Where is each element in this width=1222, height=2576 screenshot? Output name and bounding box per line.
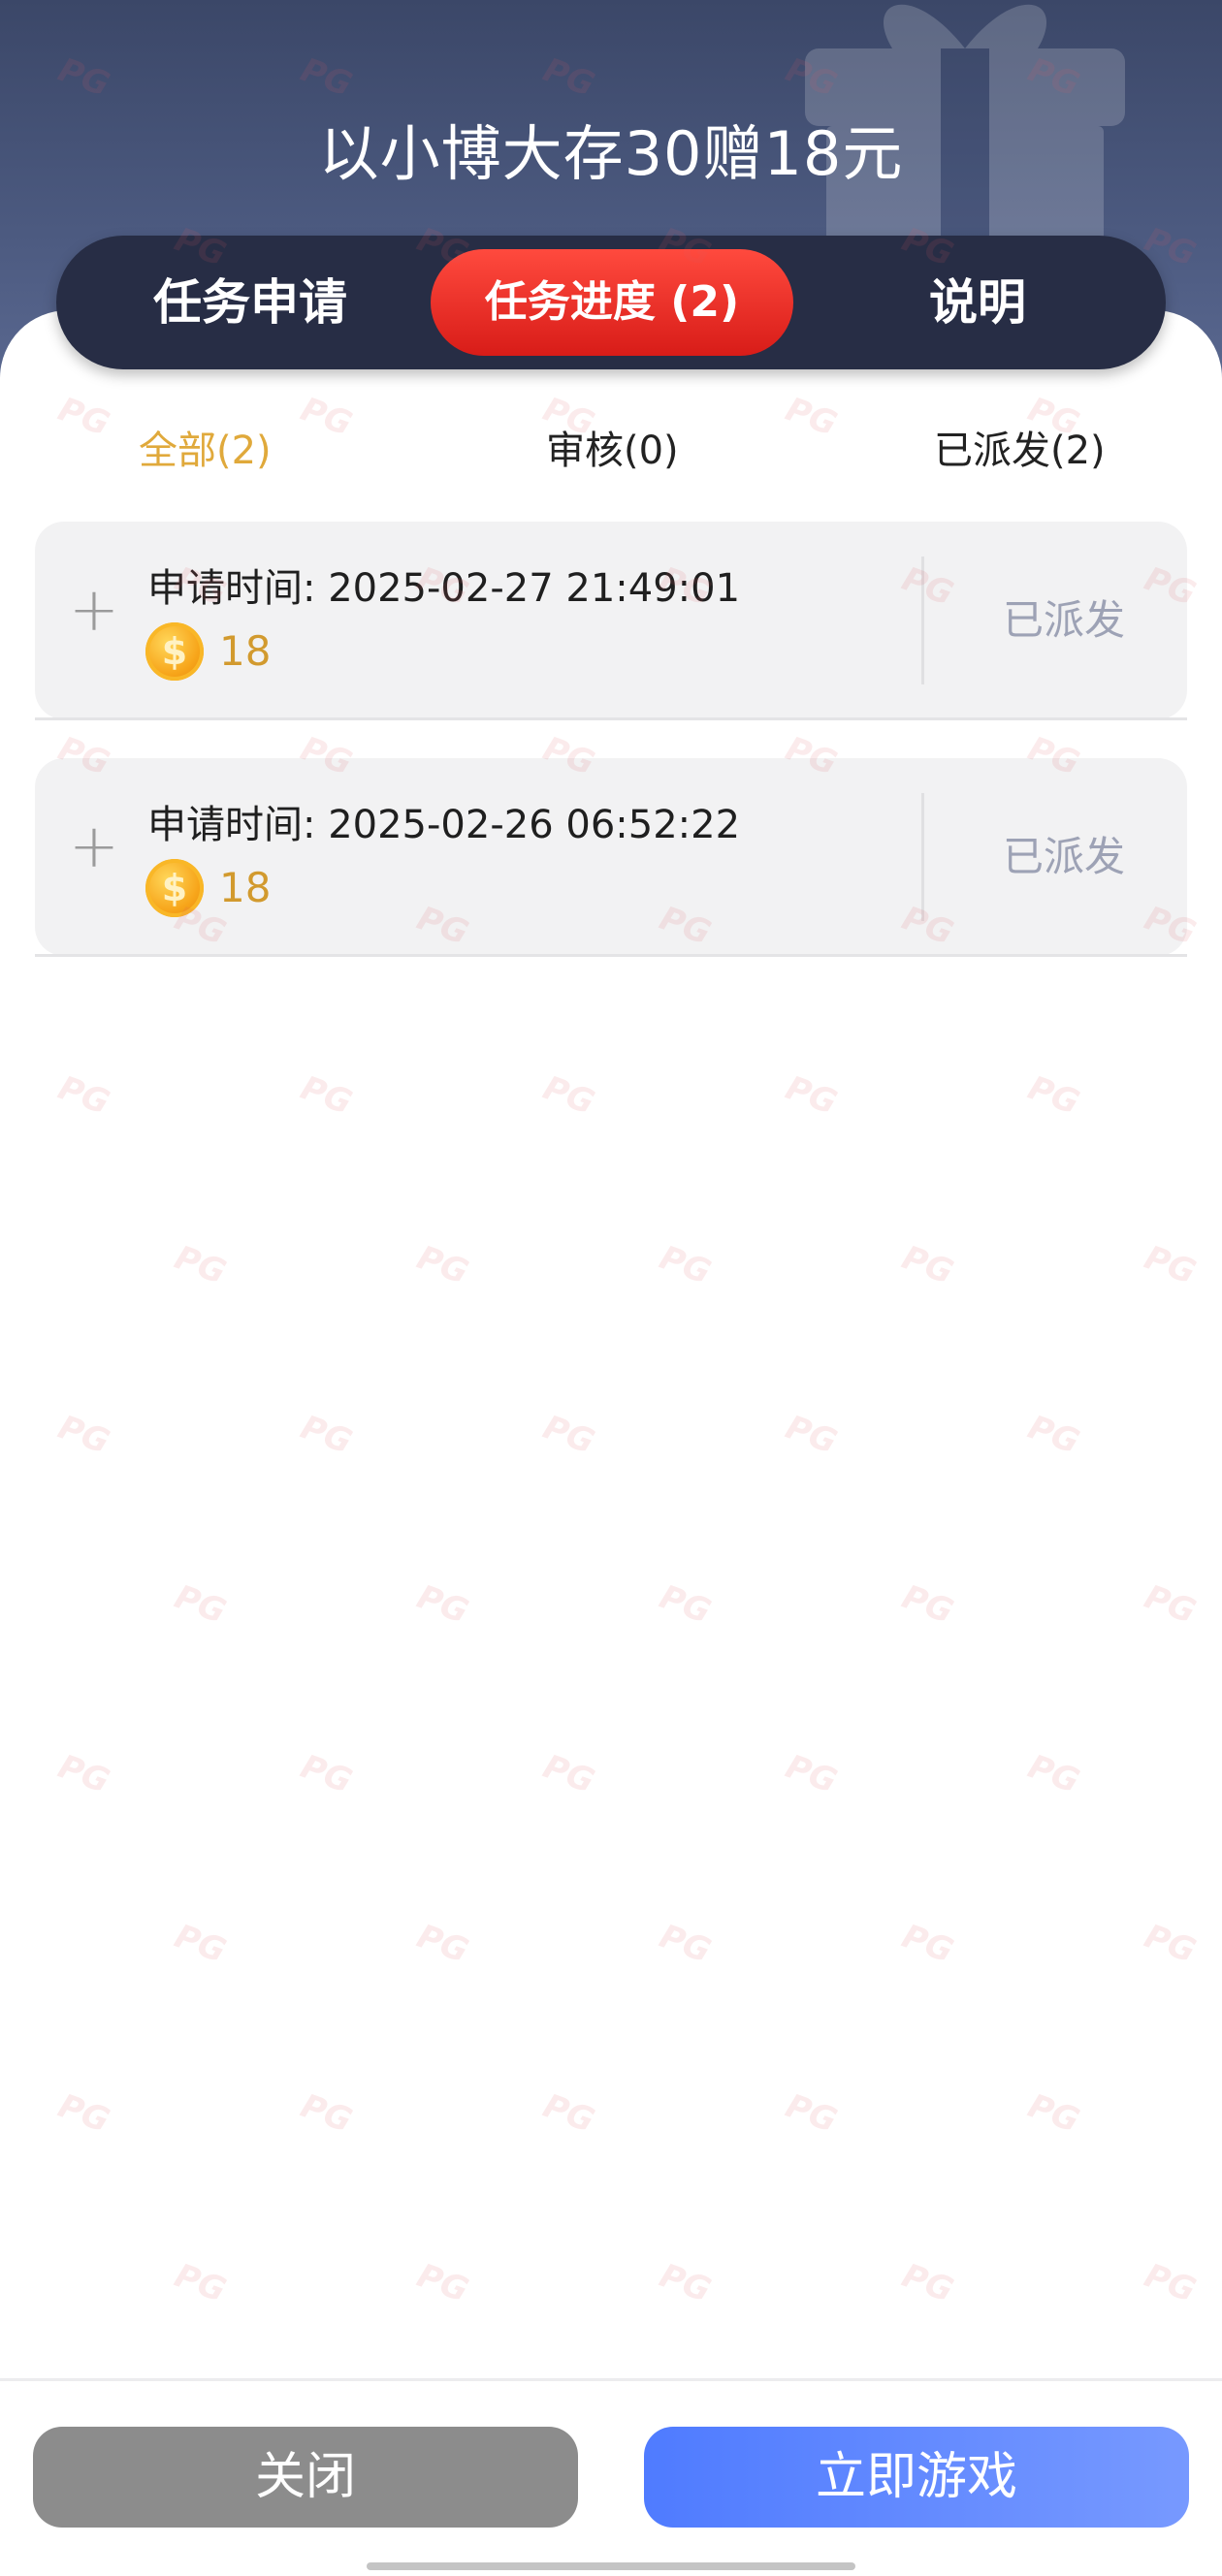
expand-plus-icon[interactable]: +	[66, 580, 122, 640]
record-card[interactable]: + 申请时间: 2025-02-27 21:49:01 $ 18 已派发	[35, 522, 1187, 719]
coin-icon: $	[145, 859, 204, 917]
tab-task-progress[interactable]: 任务进度 (2)	[431, 249, 793, 356]
apply-time: 申请时间: 2025-02-27 21:49:01	[147, 566, 741, 611]
close-button[interactable]: 关闭	[33, 2427, 578, 2528]
coin-icon: $	[145, 622, 204, 681]
record-card[interactable]: + 申请时间: 2025-02-26 06:52:22 $ 18 已派发	[35, 758, 1187, 956]
page-title: 以小博大存30赠18元	[318, 118, 904, 189]
card-separator	[35, 954, 1187, 957]
filter-all[interactable]: 全部(2)	[139, 417, 272, 485]
home-indicator	[367, 2562, 855, 2570]
status-label: 已派发	[1002, 596, 1125, 644]
card-separator	[35, 717, 1187, 720]
footer-divider	[0, 2378, 1222, 2381]
status-filter-bar: 全部(2) 审核(0) 已派发(2)	[0, 417, 1222, 485]
filter-dispatched[interactable]: 已派发(2)	[934, 417, 1106, 485]
status-label: 已派发	[1002, 833, 1125, 880]
card-divider	[921, 793, 924, 921]
tab-bar: 任务申请 任务进度 (2) 说明	[56, 236, 1166, 369]
card-divider	[921, 557, 924, 684]
expand-plus-icon[interactable]: +	[66, 816, 122, 876]
tab-description[interactable]: 说明	[822, 249, 1133, 356]
apply-time: 申请时间: 2025-02-26 06:52:22	[147, 803, 741, 847]
filter-review[interactable]: 审核(0)	[546, 417, 679, 485]
tab-task-apply[interactable]: 任务申请	[105, 249, 396, 356]
reward-amount: 18	[219, 627, 272, 675]
reward-amount: 18	[219, 864, 272, 911]
play-now-button[interactable]: 立即游戏	[644, 2427, 1189, 2528]
